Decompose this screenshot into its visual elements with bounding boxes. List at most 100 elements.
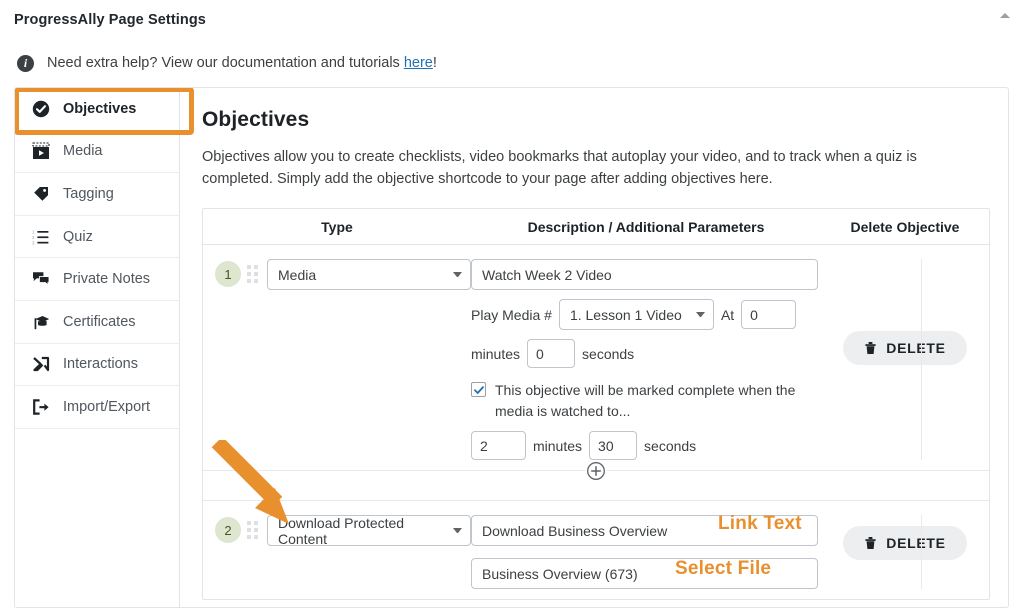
svg-text:1: 1 [32, 229, 35, 234]
row-description-cell: Download Business Overview Business Over… [471, 515, 821, 589]
row-type-cell: 2 Download Protected Content [203, 515, 471, 589]
help-text-after: ! [433, 55, 437, 71]
play-media-label: Play Media # [471, 307, 552, 323]
objective-number-badge: 1 [215, 261, 241, 287]
minutes-seconds-controls: minutes 0 seconds [471, 339, 821, 368]
at-seconds-input[interactable]: 0 [527, 339, 575, 368]
objective-description-input[interactable]: Download Business Overview [471, 515, 818, 546]
drag-handle-icon[interactable] [247, 521, 261, 539]
sidebar-item-label: Objectives [63, 101, 136, 117]
at-seconds-value: 0 [536, 346, 544, 362]
info-icon: i [17, 55, 34, 72]
sidebar-item-label: Interactions [63, 356, 138, 372]
delete-objective-label: DELETE [886, 535, 945, 551]
documentation-link[interactable]: here [404, 55, 433, 71]
delete-objective-label: DELETE [886, 340, 945, 356]
progressally-page-settings-screen: ProgressAlly Page Settings i Need extra … [0, 0, 1024, 608]
sidebar-item-media[interactable]: Media [15, 131, 179, 174]
row-description-cell: Watch Week 2 Video Play Media # 1. Lesso… [471, 259, 821, 460]
sidebar-item-label: Quiz [63, 229, 93, 245]
objective-file-value: Business Overview (673) [482, 566, 638, 582]
tag-icon [31, 184, 50, 203]
objective-type-value: Media [278, 267, 316, 283]
window-titlebar: ProgressAlly Page Settings [0, 0, 1024, 40]
settings-panel: Objectives Media Tagging [14, 87, 1009, 608]
page-title: ProgressAlly Page Settings [14, 12, 206, 28]
section-title: Objectives [202, 108, 990, 132]
play-media-controls: Play Media # 1. Lesson 1 Video At 0 [471, 299, 821, 330]
video-player-icon [31, 142, 50, 161]
objective-type-select[interactable]: Download Protected Content [267, 515, 471, 546]
ordered-list-icon: 1 2 3 [31, 227, 50, 246]
sidebar-nav: Objectives Media Tagging [15, 88, 180, 607]
chevron-down-icon [696, 312, 705, 317]
svg-text:2: 2 [32, 235, 35, 240]
column-header-description: Description / Additional Parameters [471, 219, 821, 235]
sidebar-item-interactions[interactable]: Interactions [15, 344, 179, 387]
row-delete-cell: DELETE [821, 259, 989, 460]
sidebar-item-import-export[interactable]: Import/Export [15, 386, 179, 429]
sidebar-item-label: Certificates [63, 314, 136, 330]
trash-icon [864, 536, 877, 550]
drag-handle-icon[interactable] [247, 265, 261, 283]
mark-complete-checkbox[interactable] [471, 382, 486, 397]
add-objective-separator [203, 470, 989, 500]
column-header-delete: Delete Objective [821, 219, 989, 235]
sidebar-item-private-notes[interactable]: Private Notes [15, 258, 179, 301]
add-objective-button[interactable] [585, 460, 607, 482]
objectives-table: Type Description / Additional Parameters… [202, 208, 990, 600]
minutes-label: minutes [471, 346, 520, 362]
completion-time-controls: 2 minutes 30 seconds [471, 431, 821, 460]
complete-minutes-input[interactable]: 2 [471, 431, 526, 460]
objective-description-input[interactable]: Watch Week 2 Video [471, 259, 818, 290]
delete-objective-button[interactable]: DELETE [843, 331, 967, 365]
complete-minutes-label: minutes [533, 438, 582, 454]
plus-circle-icon [586, 461, 606, 481]
sidebar-item-label: Media [63, 143, 103, 159]
column-header-type: Type [203, 219, 471, 235]
speech-bubbles-icon [31, 270, 50, 289]
sidebar-item-tagging[interactable]: Tagging [15, 173, 179, 216]
delete-objective-button[interactable]: DELETE [843, 526, 967, 560]
row-delete-cell: DELETE [821, 515, 989, 589]
media-select-value: 1. Lesson 1 Video [570, 307, 682, 323]
mark-complete-label: This objective will be marked complete w… [495, 380, 821, 422]
sidebar-item-label: Tagging [63, 186, 114, 202]
section-description: Objectives allow you to create checklist… [202, 146, 957, 190]
trash-icon [864, 341, 877, 355]
objective-type-select[interactable]: Media [267, 259, 471, 290]
caret-up-icon[interactable] [1000, 13, 1010, 18]
sidebar-item-certificates[interactable]: Certificates [15, 301, 179, 344]
objectives-content: Objectives Objectives allow you to creat… [180, 88, 1009, 607]
interactions-x-icon [31, 355, 50, 374]
complete-seconds-label: seconds [644, 438, 696, 454]
export-arrow-icon [31, 397, 50, 416]
objective-description-value: Watch Week 2 Video [482, 267, 612, 283]
mark-complete-checkbox-row: This objective will be marked complete w… [471, 380, 821, 422]
table-row: 1 Media Watch Week 2 Video Play Media # [203, 245, 989, 470]
objective-type-value: Download Protected Content [278, 515, 447, 547]
row-type-cell: 1 Media [203, 259, 471, 460]
svg-text:3: 3 [32, 240, 35, 245]
seconds-label: seconds [582, 346, 634, 362]
complete-seconds-value: 30 [598, 438, 614, 454]
sidebar-item-quiz[interactable]: 1 2 3 Quiz [15, 216, 179, 259]
graduation-cap-icon [31, 312, 50, 331]
chevron-down-icon [453, 528, 462, 533]
media-select[interactable]: 1. Lesson 1 Video [559, 299, 714, 330]
sidebar-item-label: Private Notes [63, 271, 150, 287]
objective-file-input[interactable]: Business Overview (673) [471, 558, 818, 589]
column-divider [921, 259, 922, 460]
help-text-before: Need extra help? View our documentation … [47, 55, 404, 71]
at-minutes-value: 0 [750, 307, 758, 323]
objective-description-value: Download Business Overview [482, 523, 667, 539]
at-minutes-input[interactable]: 0 [741, 300, 796, 329]
chevron-down-icon [453, 272, 462, 277]
sidebar-item-objectives[interactable]: Objectives [15, 88, 179, 131]
table-header-row: Type Description / Additional Parameters… [203, 209, 989, 245]
objective-number-badge: 2 [215, 517, 241, 543]
help-notice: i Need extra help? View our documentatio… [0, 47, 1024, 79]
column-divider [921, 515, 922, 589]
complete-seconds-input[interactable]: 30 [589, 431, 637, 460]
at-label: At [721, 307, 734, 323]
